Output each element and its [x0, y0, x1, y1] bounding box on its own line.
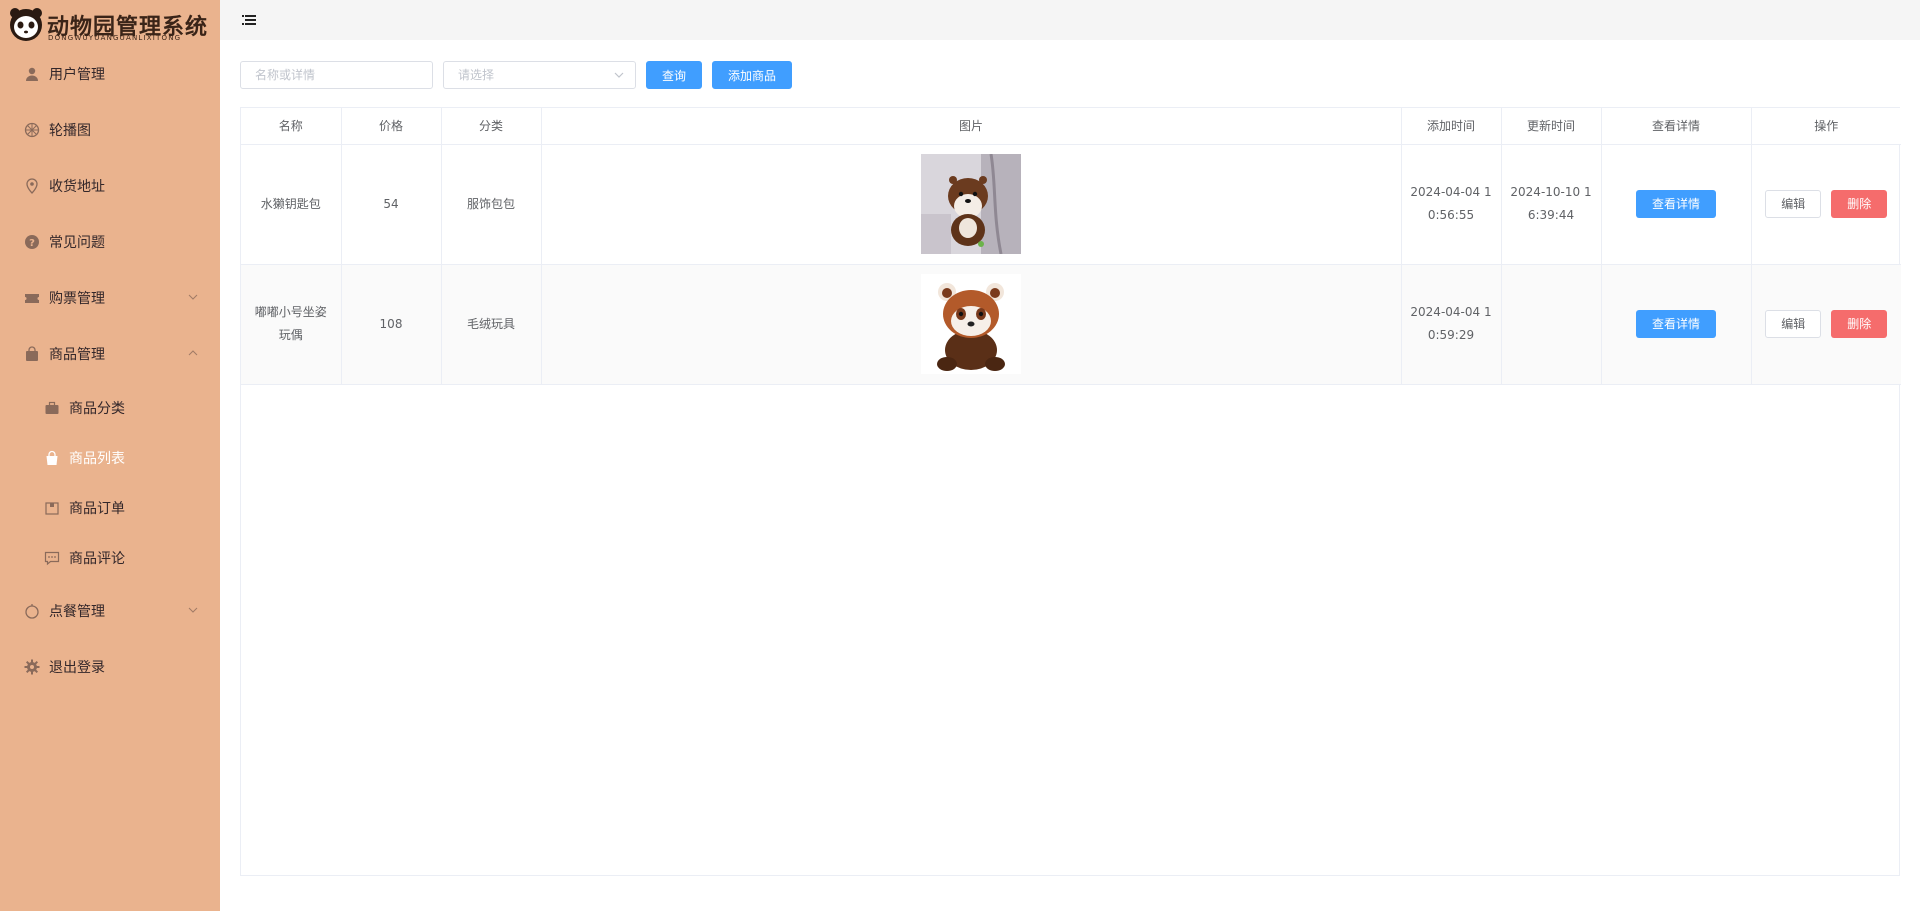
- app-subtitle: DONGWUYUANGUANLIXITONG: [48, 34, 182, 42]
- cell-price: 108: [341, 264, 442, 385]
- chevron-down-icon: [188, 294, 198, 300]
- cell-name: 嘟嘟小号坐姿玩偶: [241, 264, 342, 385]
- ticket-icon: [24, 290, 40, 306]
- carousel-icon: [24, 122, 40, 138]
- sidebar-subitem-label: 商品分类: [69, 401, 125, 417]
- sidebar-subitem-label: 商品订单: [69, 501, 125, 517]
- sidebar-item-products[interactable]: 商品管理: [0, 332, 220, 376]
- column-header-detail: 查看详情: [1601, 108, 1752, 145]
- red-panda-plush-image[interactable]: [921, 274, 1021, 374]
- category-select[interactable]: 请选择: [443, 61, 636, 89]
- column-header-updated: 更新时间: [1501, 108, 1602, 145]
- cell-image: [541, 144, 1402, 265]
- sidebar-item-food[interactable]: 点餐管理: [0, 589, 220, 633]
- category-select-placeholder: 请选择: [458, 68, 495, 82]
- cell-image: [541, 264, 1402, 385]
- column-header-category: 分类: [441, 108, 542, 145]
- cell-created: 2024-04-04 10:59:29: [1401, 264, 1502, 385]
- gear-icon: [24, 659, 40, 675]
- otter-plush-keychain-image[interactable]: [921, 154, 1021, 254]
- sidebar-subitem-product-orders[interactable]: 商品订单: [0, 486, 220, 530]
- column-header-image: 图片: [541, 108, 1402, 145]
- cell-actions: 编辑 删除: [1751, 264, 1901, 385]
- view-detail-button[interactable]: 查看详情: [1636, 190, 1716, 218]
- bag-icon: [24, 346, 40, 362]
- sidebar-item-label: 用户管理: [49, 67, 105, 83]
- cell-detail: 查看详情: [1601, 144, 1752, 265]
- product-table: 名称 价格 分类 图片 添加时间 更新时间 查看详情 操作 水獭钥匙包 54 服…: [240, 107, 1901, 876]
- cell-category: 毛绒玩具: [441, 264, 542, 385]
- food-icon: [24, 603, 40, 619]
- sidebar-subitem-label: 商品列表: [69, 451, 125, 467]
- table-row: 水獭钥匙包 54 服饰包包 2024-04-04 10:56:55 2024-1…: [241, 144, 1901, 265]
- cell-updated: 2024-10-10 16:39:44: [1501, 144, 1602, 265]
- cell-price: 54: [341, 144, 442, 265]
- location-icon: [24, 178, 40, 194]
- cell-created: 2024-04-04 10:56:55: [1401, 144, 1502, 265]
- column-header-created: 添加时间: [1401, 108, 1502, 145]
- column-header-actions: 操作: [1751, 108, 1901, 145]
- logo: 动物园管理系统 DONGWUYUANGUANLIXITONG: [8, 4, 214, 44]
- sidebar-subitem-product-category[interactable]: 商品分类: [0, 386, 220, 430]
- cell-actions: 编辑 删除: [1751, 144, 1901, 265]
- sidebar-subitem-label: 商品评论: [69, 551, 125, 567]
- sidebar-item-label: 轮播图: [49, 123, 91, 139]
- search-input[interactable]: 名称或详情: [240, 61, 433, 89]
- user-icon: [24, 66, 40, 82]
- sidebar-item-address[interactable]: 收货地址: [0, 164, 220, 208]
- cell-detail: 查看详情: [1601, 264, 1752, 385]
- column-header-name: 名称: [241, 108, 342, 145]
- chevron-up-icon: [188, 350, 198, 356]
- table-header-row: 名称 价格 分类 图片 添加时间 更新时间 查看详情 操作: [241, 108, 1901, 145]
- view-detail-button[interactable]: 查看详情: [1636, 310, 1716, 338]
- sidebar-item-label: 购票管理: [49, 291, 105, 307]
- sidebar-item-carousel[interactable]: 轮播图: [0, 108, 220, 152]
- add-product-button[interactable]: 添加商品: [712, 61, 792, 89]
- header: [220, 0, 1920, 40]
- briefcase-icon: [44, 400, 60, 416]
- shopping-bag-icon: [44, 450, 60, 466]
- cell-name: 水獭钥匙包: [241, 144, 342, 265]
- edit-button[interactable]: 编辑: [1765, 190, 1822, 218]
- svg-text:?: ?: [29, 238, 35, 249]
- sidebar-item-tickets[interactable]: 购票管理: [0, 276, 220, 320]
- cell-category: 服饰包包: [441, 144, 542, 265]
- table-row: 嘟嘟小号坐姿玩偶 108 毛绒玩具 2024-04-04 10:59:29 查看…: [241, 264, 1901, 385]
- comment-icon: [44, 550, 60, 566]
- delete-button[interactable]: 删除: [1831, 190, 1888, 218]
- sidebar-item-label: 常见问题: [49, 235, 105, 251]
- query-button[interactable]: 查询: [646, 61, 702, 89]
- sidebar-item-faq[interactable]: ? 常见问题: [0, 220, 220, 264]
- panda-logo-icon: [10, 8, 42, 41]
- sidebar-item-label: 点餐管理: [49, 604, 105, 620]
- sidebar-item-label: 收货地址: [49, 179, 105, 195]
- sidebar-item-label: 退出登录: [49, 660, 105, 676]
- sidebar-item-users[interactable]: 用户管理: [0, 52, 220, 96]
- menu-toggle-icon[interactable]: [242, 13, 256, 27]
- order-box-icon: [44, 500, 60, 516]
- sidebar-subitem-product-comments[interactable]: 商品评论: [0, 536, 220, 580]
- edit-button[interactable]: 编辑: [1765, 310, 1822, 338]
- cell-updated: [1501, 264, 1602, 385]
- chevron-down-icon: [188, 607, 198, 613]
- sidebar-item-logout[interactable]: 退出登录: [0, 645, 220, 689]
- sidebar-subitem-product-list[interactable]: 商品列表: [0, 436, 220, 480]
- question-icon: ?: [24, 234, 40, 250]
- sidebar: 动物园管理系统 DONGWUYUANGUANLIXITONG 用户管理 轮播图 …: [0, 0, 220, 911]
- delete-button[interactable]: 删除: [1831, 310, 1888, 338]
- chevron-down-icon: [614, 72, 624, 78]
- sidebar-item-label: 商品管理: [49, 347, 105, 363]
- column-header-price: 价格: [341, 108, 442, 145]
